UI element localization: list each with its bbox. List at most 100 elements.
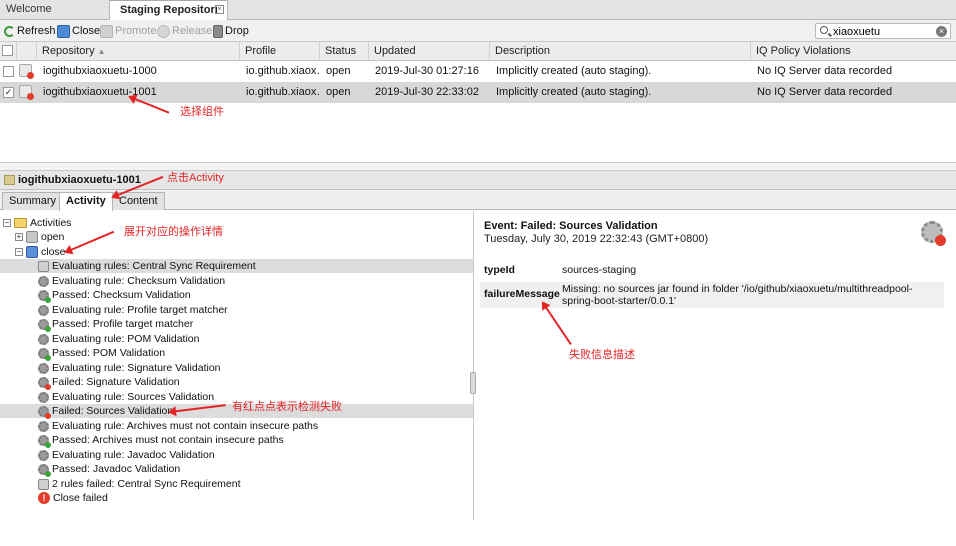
tree-open-label: open <box>41 231 65 243</box>
tree-node-open[interactable]: + open <box>15 230 64 244</box>
collapse-icon[interactable]: − <box>3 219 11 227</box>
column-header-profile[interactable]: Profile <box>240 42 320 61</box>
detail-panel-title: iogithubxiaoxuetu-1001 <box>0 171 956 190</box>
tree-item[interactable]: Failed: Signature Validation <box>38 375 180 390</box>
gear-icon <box>38 275 49 287</box>
gear-failed-icon <box>38 405 51 419</box>
expand-icon[interactable]: + <box>15 233 23 241</box>
refresh-button[interactable]: Refresh <box>4 23 56 39</box>
gear-passed-icon <box>38 463 51 477</box>
tree-item[interactable]: 2 rules failed: Central Sync Requirement <box>38 477 241 491</box>
drop-button[interactable]: Drop <box>213 23 249 39</box>
event-date: Tuesday, July 30, 2019 22:32:43 (GMT+080… <box>484 233 709 245</box>
tab-activity[interactable]: Activity <box>59 192 113 211</box>
gear-failed-icon <box>38 376 51 390</box>
panel-splitter[interactable] <box>0 162 956 171</box>
select-all-header[interactable] <box>0 42 17 61</box>
table-row-selected[interactable]: ✓ iogithubxiaoxuetu-1001 io.github.xiaox… <box>0 82 956 103</box>
event-title: Event: Failed: Sources Validation <box>484 220 658 232</box>
gear-icon <box>38 304 49 316</box>
property-value: Missing: no sources jar found in folder … <box>562 283 913 307</box>
close-button[interactable]: Close <box>57 23 100 39</box>
promote-button[interactable]: Promote <box>100 23 157 39</box>
detail-tab-bar: Summary Activity Content <box>0 190 956 211</box>
open-repository-icon <box>26 231 38 243</box>
gear-failed-icon <box>921 221 946 246</box>
row-checkbox-checked[interactable]: ✓ <box>3 87 14 98</box>
column-header-status[interactable]: Status <box>320 42 369 61</box>
property-row-typeid: typeId sources-staging <box>480 264 944 278</box>
tree-node-close[interactable]: − close <box>15 245 66 259</box>
row-checkbox[interactable] <box>3 66 14 77</box>
grid-header: Repository ▲ Profile Status Updated Desc… <box>0 42 956 61</box>
folder-icon <box>14 218 27 228</box>
clear-search-icon[interactable]: × <box>936 26 947 37</box>
cell-iq-policy: No IQ Server data recorded <box>757 65 893 77</box>
property-key: typeId <box>484 264 515 276</box>
cell-updated: 2019-Jul-30 01:27:16 <box>375 65 479 77</box>
repository-folder-icon <box>4 175 15 185</box>
column-header-updated[interactable]: Updated <box>369 42 490 61</box>
tree-item[interactable]: ! Close failed <box>38 491 108 505</box>
detail-title-text: iogithubxiaoxuetu-1001 <box>18 174 141 186</box>
close-label: Close <box>72 25 101 37</box>
activity-tree: − Activities + open − close Evaluating r… <box>0 211 474 520</box>
refresh-label: Refresh <box>17 25 56 37</box>
annotation-select-component: 选择组件 <box>180 106 224 118</box>
tree-item-label: Evaluating rule: POM Validation <box>52 333 200 345</box>
tab-welcome[interactable]: Welcome <box>0 0 110 20</box>
tree-item-label: Evaluating rule: Signature Validation <box>52 362 221 374</box>
drop-label: Drop <box>225 25 249 37</box>
annotation-red-dot-failed: 有红点点表示检测失败 <box>232 401 342 413</box>
tree-item[interactable]: Evaluating rule: Signature Validation <box>38 361 221 375</box>
select-all-checkbox[interactable] <box>2 45 13 56</box>
tree-item-label: Passed: Archives must not contain insecu… <box>52 434 284 446</box>
tree-item-label: Passed: Profile target matcher <box>52 318 194 330</box>
tree-item-label: Failed: Sources Validation <box>52 405 174 417</box>
search-input[interactable] <box>833 25 933 38</box>
tree-item[interactable]: Evaluating rule: POM Validation <box>38 332 199 346</box>
repository-icon <box>19 85 34 100</box>
tree-item-label: Evaluating rule: Javadoc Validation <box>52 449 215 461</box>
close-repo-icon <box>57 24 70 38</box>
tree-item-label: Evaluating rules: Central Sync Requireme… <box>52 260 256 272</box>
gear-icon <box>38 420 49 432</box>
tab-summary[interactable]: Summary <box>2 192 64 210</box>
collapse-icon[interactable]: − <box>15 248 23 256</box>
tree-item-label: Passed: Checksum Validation <box>52 289 191 301</box>
trash-icon <box>213 24 223 38</box>
toolbar: Refresh Close Promote Release Drop × <box>0 20 956 42</box>
gear-icon <box>38 391 49 403</box>
tree-item[interactable]: Passed: Javadoc Validation <box>38 462 180 477</box>
tree-item[interactable]: Passed: Archives must not contain insecu… <box>38 433 284 448</box>
table-row[interactable]: iogithubxiaoxuetu-1000 io.github.xiaox… … <box>0 61 956 82</box>
tree-item-label: Failed: Signature Validation <box>52 376 180 388</box>
close-tab-icon[interactable]: × <box>215 5 224 14</box>
tree-item[interactable]: Passed: Checksum Validation <box>38 288 191 303</box>
rules-icon <box>38 260 49 272</box>
tree-item[interactable]: Passed: POM Validation <box>38 346 165 361</box>
tree-item[interactable]: Evaluating rule: Checksum Validation <box>38 274 225 288</box>
cell-description: Implicitly created (auto staging). <box>496 65 652 77</box>
tree-item[interactable]: Evaluating rule: Javadoc Validation <box>38 448 215 462</box>
gear-icon <box>38 362 49 374</box>
top-tab-bar: Welcome Staging Repositori × <box>0 0 956 20</box>
cell-status: open <box>326 65 351 77</box>
cell-description: Implicitly created (auto staging). <box>496 86 652 98</box>
column-header-repository[interactable]: Repository ▲ <box>37 42 240 61</box>
column-header-iq-policy[interactable]: IQ Policy Violations <box>751 42 956 61</box>
tab-staging-repositories[interactable]: Staging Repositori × <box>110 0 228 20</box>
tree-node-activities[interactable]: − Activities <box>3 216 71 230</box>
tree-item[interactable]: Evaluating rules: Central Sync Requireme… <box>0 259 473 273</box>
gear-passed-icon <box>38 434 51 448</box>
column-header-description[interactable]: Description <box>490 42 751 61</box>
status-bar <box>0 520 956 546</box>
promote-icon <box>100 24 113 38</box>
tree-item-label: Evaluating rule: Sources Validation <box>52 391 215 403</box>
tree-item[interactable]: Evaluating rule: Sources Validation <box>38 390 214 404</box>
tree-item[interactable]: Evaluating rule: Profile target matcher <box>38 303 228 317</box>
tree-item[interactable]: Evaluating rule: Archives must not conta… <box>38 419 318 433</box>
release-button[interactable]: Release <box>157 23 212 39</box>
tree-item[interactable]: Passed: Profile target matcher <box>38 317 194 332</box>
property-value: sources-staging <box>562 264 637 276</box>
